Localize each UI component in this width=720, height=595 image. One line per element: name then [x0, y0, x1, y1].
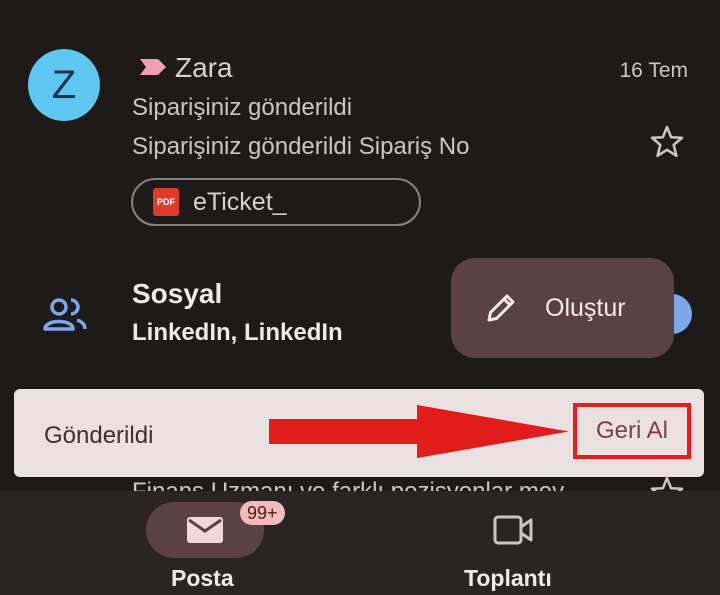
- red-arrow-annotation: [269, 405, 569, 458]
- pencil-icon: [487, 294, 515, 322]
- compose-label: Oluştur: [545, 293, 626, 322]
- attachment-chip[interactable]: PDF eTicket_: [131, 178, 421, 226]
- email-sender: Zara: [175, 52, 233, 83]
- snackbar-message: Gönderildi: [44, 422, 154, 449]
- star-icon[interactable]: [648, 123, 686, 161]
- unread-badge: 99+: [240, 501, 285, 525]
- people-icon: [43, 298, 87, 331]
- compose-button[interactable]: Oluştur: [451, 258, 674, 358]
- email-subject: Siparişiniz gönderildi: [132, 94, 353, 121]
- category-count-badge: [672, 294, 692, 334]
- email-date: 16 Tem: [619, 59, 689, 82]
- mail-icon: [187, 517, 223, 543]
- pdf-icon: PDF: [153, 188, 179, 216]
- category-senders: LinkedIn, LinkedIn: [132, 319, 343, 346]
- attachment-name: eTicket_: [193, 187, 287, 216]
- nav-label-mail[interactable]: Posta: [171, 565, 234, 592]
- bottom-navigation: [0, 491, 720, 595]
- avatar[interactable]: Z: [28, 49, 100, 121]
- nav-label-meet[interactable]: Toplantı: [464, 565, 552, 592]
- video-camera-icon[interactable]: [493, 513, 533, 547]
- avatar-letter: Z: [51, 63, 77, 107]
- undo-button[interactable]: Geri Al: [573, 403, 691, 459]
- important-label-icon: [140, 59, 166, 75]
- category-title: Sosyal: [132, 278, 223, 309]
- email-snippet: Siparişiniz gönderildi Sipariş No: [132, 133, 470, 160]
